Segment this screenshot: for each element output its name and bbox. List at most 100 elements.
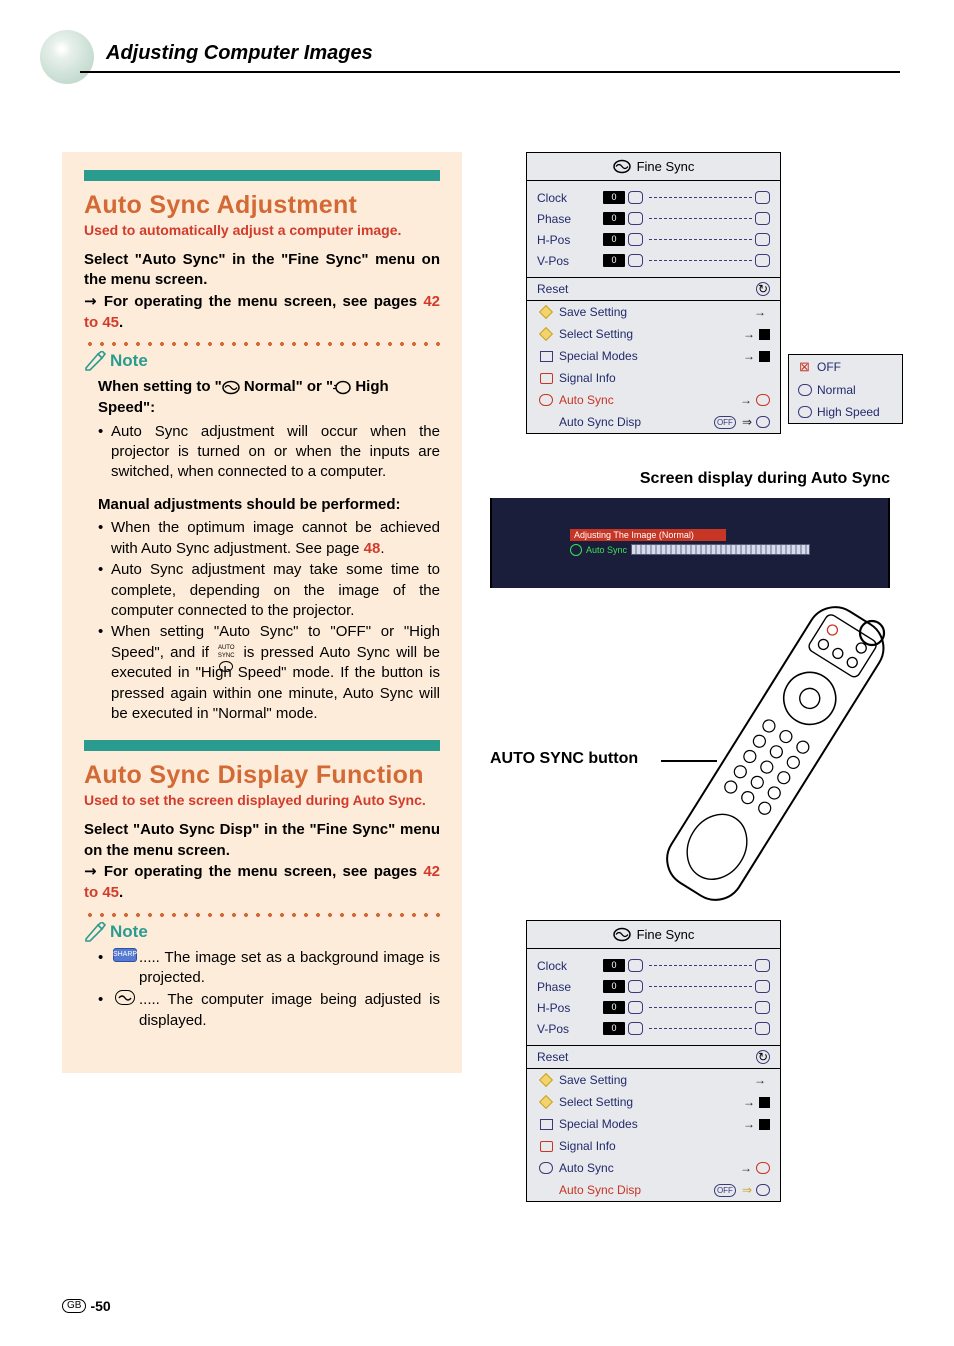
slider-track — [649, 197, 752, 199]
off-icon — [756, 394, 770, 406]
section1-title: Auto Sync Adjustment — [84, 191, 440, 219]
menu-row-signal[interactable]: Signal Info — [527, 1135, 780, 1157]
autosync-options-panel: ⊠OFF Normal High Speed — [788, 354, 903, 424]
remote-caption: AUTO SYNC button — [490, 750, 638, 768]
instr2a: For operating the menu screen, see pages — [104, 293, 423, 310]
slider-right-icon — [755, 191, 770, 204]
wave-icon — [613, 159, 631, 174]
note-bullets-1: Auto Sync adjustment will occur when the… — [98, 422, 440, 483]
normal-mode-icon — [798, 384, 812, 396]
fine-sync-menu-2: Fine Sync Clock0 Phase0 H-Pos0 V-Pos0 Re… — [526, 920, 781, 1202]
manual-heading: Manual adjustments should be performed: — [98, 495, 440, 516]
menu-row-signal[interactable]: Signal Info — [527, 367, 780, 389]
menu-row-autosync[interactable]: Auto Sync→ — [527, 1157, 780, 1179]
menu-row-phase[interactable]: Phase0 — [537, 208, 770, 229]
section-divider — [84, 740, 440, 751]
high-speed-mode-icon — [798, 406, 812, 418]
menu-row-vpos[interactable]: V-Pos0 — [537, 250, 770, 271]
square-icon — [759, 329, 770, 340]
page-ref-link[interactable]: 48 — [364, 540, 381, 557]
auto-sync-button-icon: AUTO SYNC — [215, 644, 237, 661]
wave-icon — [539, 1162, 553, 1174]
reset-icon: ↻ — [756, 282, 770, 296]
wave-icon — [756, 416, 770, 428]
menu-row-clock[interactable]: Clock0 — [537, 955, 770, 976]
page-title: Adjusting Computer Images — [80, 42, 900, 73]
section-divider — [84, 170, 440, 181]
menu-row-special[interactable]: Special Modes→ — [527, 1113, 780, 1135]
section2-title: Auto Sync Display Function — [84, 761, 440, 789]
diamond-icon — [539, 1073, 553, 1087]
menu-row-special[interactable]: Special Modes→ — [527, 345, 780, 367]
note2-row-2: • ..... The computer image being adjuste… — [98, 990, 440, 1031]
option-normal[interactable]: Normal — [789, 379, 902, 401]
instr2c: . — [119, 314, 123, 331]
menu-row-select[interactable]: Select Setting→ — [527, 1091, 780, 1113]
note-label-text: Note — [110, 351, 148, 371]
dotted-divider — [84, 912, 440, 918]
wave-icon — [613, 927, 631, 942]
section2-intro: Used to set the screen displayed during … — [84, 792, 440, 810]
sharp-logo-icon: SHARP — [113, 948, 137, 962]
note2-row-1: • SHARP ..... The image set as a backgro… — [98, 948, 440, 989]
note-bullet: Auto Sync adjustment will occur when the… — [98, 422, 440, 483]
off-icon — [756, 1162, 770, 1174]
option-off[interactable]: ⊠OFF — [789, 355, 902, 379]
arrow-right-icon: ⇒ — [742, 415, 752, 429]
picture-icon — [540, 351, 553, 362]
wave-icon — [539, 394, 553, 406]
arrow-right-icon: ⇒ — [742, 1183, 752, 1197]
menu-title: Fine Sync — [527, 153, 780, 181]
region-badge: GB — [62, 1299, 86, 1313]
remote-control-image — [645, 582, 895, 942]
wave-icon — [570, 544, 582, 556]
note-label: Note — [84, 351, 440, 371]
section2-instruction: Select "Auto Sync Disp" in the "Fine Syn… — [84, 820, 440, 904]
section1-intro: Used to automatically adjust a computer … — [84, 222, 440, 240]
menu-row-hpos[interactable]: H-Pos0 — [537, 997, 770, 1018]
diamond-icon — [539, 305, 553, 319]
menu-row-save[interactable]: Save Setting→ — [527, 301, 780, 323]
menu-row-hpos[interactable]: H-Pos0 — [537, 229, 770, 250]
menu-row-select[interactable]: Select Setting→ — [527, 323, 780, 345]
menu-row-reset[interactable]: Reset↻ — [527, 1046, 780, 1068]
sd-progress: Auto Sync — [570, 542, 810, 558]
normal-mode-icon — [222, 380, 240, 395]
arrow-icon: → — [84, 862, 104, 880]
dotted-divider — [84, 341, 440, 347]
menu-title: Fine Sync — [527, 921, 780, 949]
menu-row-reset[interactable]: Reset↻ — [527, 278, 780, 300]
reset-icon: ↻ — [756, 1050, 770, 1064]
sd-title: Adjusting The Image (Normal) — [570, 529, 726, 541]
manual-bullets: When the optimum image cannot be achieve… — [98, 518, 440, 724]
pencil-icon — [84, 922, 108, 942]
pencil-icon — [84, 351, 108, 371]
menu-row-phase[interactable]: Phase0 — [537, 976, 770, 997]
off-icon: ⊠ — [799, 359, 810, 375]
note2-desc: • SHARP ..... The image set as a backgro… — [98, 948, 440, 1032]
arrow-icon: → — [84, 292, 104, 310]
instr-text: Select "Auto Sync" in the "Fine Sync" me… — [84, 251, 440, 289]
off-pill: OFF — [714, 416, 736, 429]
manual-bullet-1: When the optimum image cannot be achieve… — [98, 518, 440, 559]
note-label: Note — [84, 922, 440, 942]
section1-instruction: Select "Auto Sync" in the "Fine Sync" me… — [84, 250, 440, 334]
wave-icon — [115, 990, 135, 1005]
screen-display-preview: Adjusting The Image (Normal) Auto Sync — [490, 498, 890, 588]
page-num-value: -50 — [90, 1298, 110, 1314]
menu-row-autosync[interactable]: Auto Sync→ — [527, 389, 780, 411]
menu-row-vpos[interactable]: V-Pos0 — [537, 1018, 770, 1039]
menu-row-save[interactable]: Save Setting→ — [527, 1069, 780, 1091]
menu-row-autosyncdisp[interactable]: Auto Sync DispOFF⇒ — [527, 1179, 780, 1201]
fine-sync-menu-1: Fine Sync Clock0 Phase0 H-Pos0 V-Pos0 Re… — [526, 152, 781, 434]
high-speed-mode-icon — [333, 380, 351, 395]
arrow-right-icon: → — [754, 305, 766, 319]
left-column: Auto Sync Adjustment Used to automatical… — [62, 152, 462, 1073]
diamond-icon — [539, 327, 553, 341]
option-highspeed[interactable]: High Speed — [789, 401, 902, 423]
menu-row-autosyncdisp[interactable]: Auto Sync DispOFF⇒ — [527, 411, 780, 433]
menu-row-clock[interactable]: Clock0 — [537, 187, 770, 208]
page-number: GB -50 — [62, 1298, 111, 1314]
menu-slider-rows: Clock0 Phase0 H-Pos0 V-Pos0 — [527, 181, 780, 277]
off-pill: OFF — [714, 1184, 736, 1197]
